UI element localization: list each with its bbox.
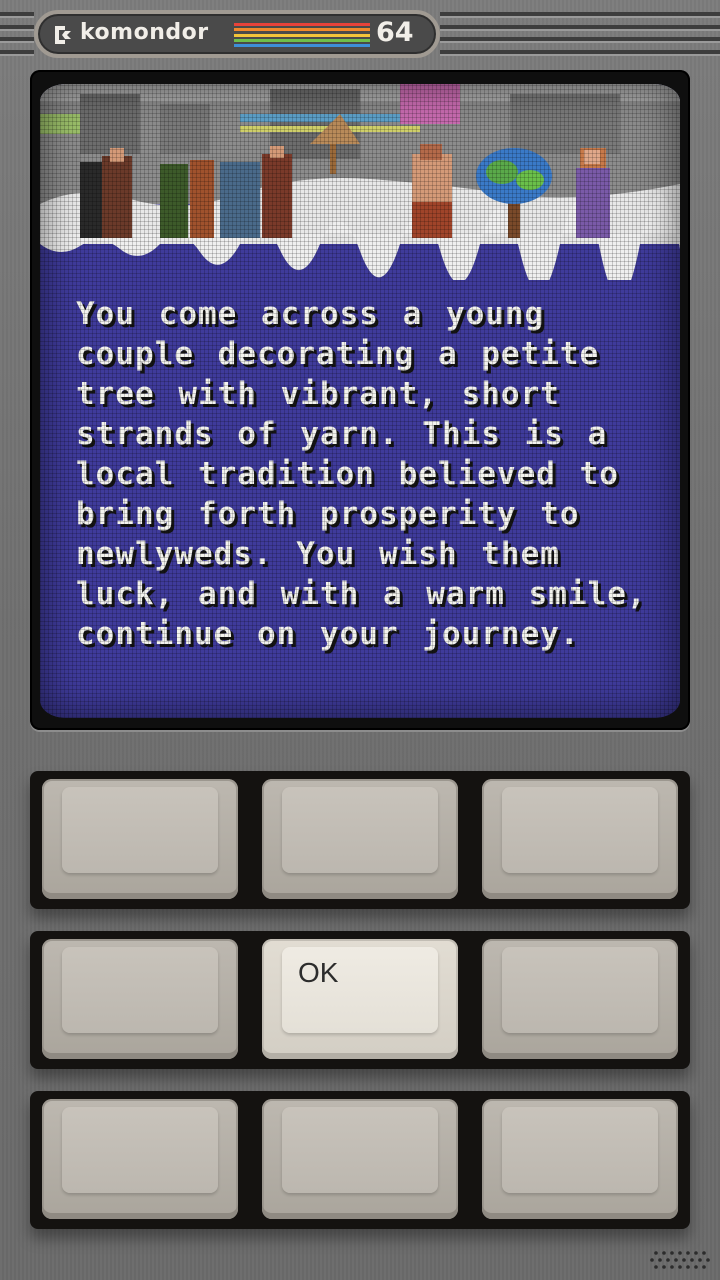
crt-screen: You come across a young couple decoratin… [40,84,680,718]
model-number: 64 [376,17,414,48]
key-row3-right[interactable] [482,1099,678,1219]
rainbow-stripe [234,38,370,42]
brand-badge: komondor 64 [34,10,440,58]
keypad-row-1 [30,771,690,909]
decorative-grooves-right [440,12,720,56]
key-row3-center[interactable] [262,1099,458,1219]
decorative-grooves-left [0,12,34,56]
rainbow-stripe [234,28,370,32]
key-row3-left[interactable] [42,1099,238,1219]
key-row1-center[interactable] [262,779,458,899]
speaker-grille-icon [650,1251,710,1269]
key-row2-left[interactable] [42,939,238,1059]
rainbow-stripe [234,44,370,47]
keypad-row-2: OK [30,931,690,1069]
rainbow-stripe [234,33,370,37]
scene-illustration [40,84,680,280]
top-bar: komondor 64 [0,0,720,68]
ok-button-label: OK [298,957,339,988]
rainbow-stripes [234,23,370,47]
key-row2-right[interactable] [482,939,678,1059]
ok-button[interactable]: OK [262,939,458,1059]
komondor-logo-icon [55,26,71,44]
brand-name: komondor [80,20,209,45]
keypad-row-3 [30,1091,690,1229]
rainbow-stripe [234,23,370,26]
screen-bezel: You come across a young couple decoratin… [30,70,690,730]
story-text: You come across a young couple decoratin… [76,296,647,652]
key-row1-left[interactable] [42,779,238,899]
key-row1-right[interactable] [482,779,678,899]
